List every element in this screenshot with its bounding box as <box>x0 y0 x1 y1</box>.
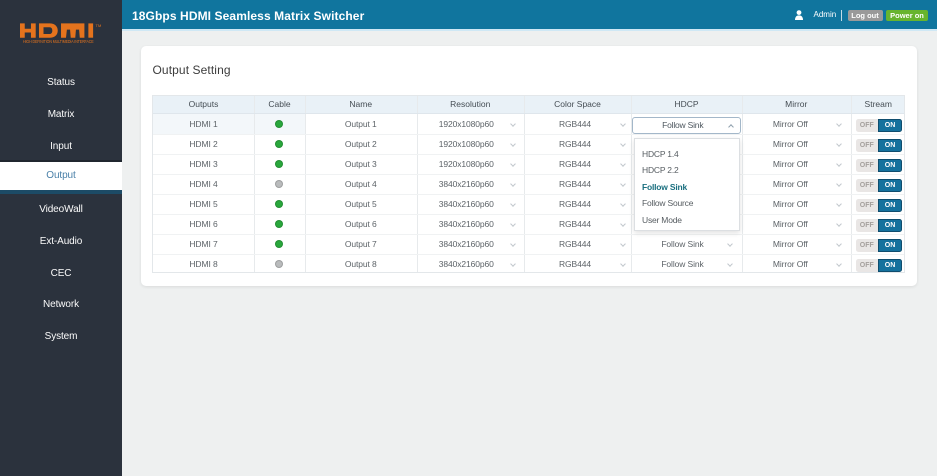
svg-text:TM: TM <box>96 23 102 28</box>
